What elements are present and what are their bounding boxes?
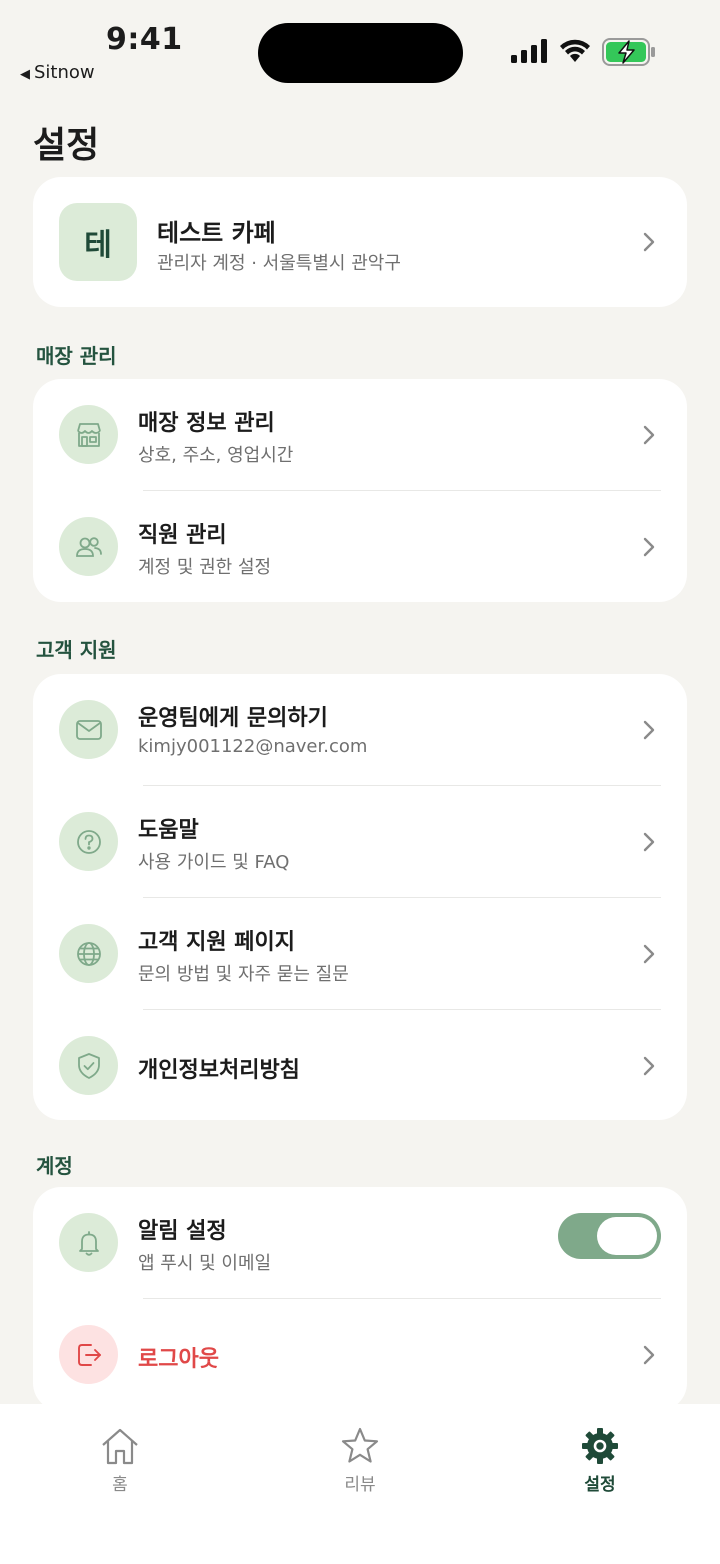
help-icon xyxy=(59,812,118,871)
status-bar: 9:41 ◀ Sitnow xyxy=(0,0,720,100)
tab-settings-label: 설정 xyxy=(584,1475,616,1495)
chevron-right-icon xyxy=(641,424,657,446)
support-page-subtitle: 문의 방법 및 자주 묻는 질문 xyxy=(138,964,349,985)
home-icon xyxy=(102,1428,138,1465)
support-page-title: 고객 지원 페이지 xyxy=(138,930,295,955)
back-app-label: Sitnow xyxy=(34,62,95,83)
users-icon xyxy=(59,517,118,576)
help-row[interactable]: 도움말 사용 가이드 및 FAQ xyxy=(33,786,687,898)
section-label-account: 계정 xyxy=(36,1154,73,1178)
support-page-row[interactable]: 고객 지원 페이지 문의 방법 및 자주 묻는 질문 xyxy=(33,898,687,1010)
account-card: 알림 설정 앱 푸시 및 이메일 로그아웃 xyxy=(33,1187,687,1411)
dynamic-island xyxy=(258,23,463,83)
logout-title: 로그아웃 xyxy=(138,1347,219,1372)
section-label-support: 고객 지원 xyxy=(36,638,117,662)
chevron-right-icon xyxy=(641,1055,657,1077)
store-info-row[interactable]: 매장 정보 관리 상호, 주소, 영업시간 xyxy=(33,379,687,491)
notification-toggle[interactable] xyxy=(558,1213,661,1259)
contact-team-title: 운영팀에게 문의하기 xyxy=(138,706,328,731)
privacy-policy-row[interactable]: 개인정보처리방침 xyxy=(33,1010,687,1122)
section-label-store: 매장 관리 xyxy=(36,344,117,368)
store-avatar: 테 xyxy=(59,203,137,281)
contact-email: kimjy001122@naver.com xyxy=(138,736,368,757)
chevron-right-icon xyxy=(641,536,657,558)
privacy-policy-title: 개인정보처리방침 xyxy=(138,1058,300,1083)
tab-reviews-label: 리뷰 xyxy=(344,1475,376,1495)
tab-home-label: 홈 xyxy=(112,1475,128,1495)
bell-icon xyxy=(59,1213,118,1272)
battery-charging-icon xyxy=(602,38,655,66)
globe-icon xyxy=(59,924,118,983)
back-triangle-icon: ◀ xyxy=(20,67,30,82)
mail-icon xyxy=(59,700,118,759)
notification-settings-row: 알림 설정 앱 푸시 및 이메일 xyxy=(33,1187,687,1299)
tab-settings[interactable]: 설정 xyxy=(540,1426,660,1506)
store-info-subtitle: 상호, 주소, 영업시간 xyxy=(138,445,294,466)
logout-icon xyxy=(59,1325,118,1384)
tab-home[interactable]: 홈 xyxy=(60,1426,180,1506)
store-management-card: 매장 정보 관리 상호, 주소, 영업시간 직원 관리 계정 및 권한 설정 xyxy=(33,379,687,602)
toggle-knob xyxy=(597,1217,657,1255)
store-name: 테스트 카페 xyxy=(157,219,276,247)
customer-support-card: 운영팀에게 문의하기 kimjy001122@naver.com 도움말 사용 … xyxy=(33,674,687,1120)
staff-management-subtitle: 계정 및 권한 설정 xyxy=(138,557,272,578)
chevron-right-icon xyxy=(641,231,657,253)
account-subtitle: 관리자 계정 · 서울특별시 관악구 xyxy=(157,253,401,274)
signal-icon xyxy=(511,39,547,63)
tab-reviews[interactable]: 리뷰 xyxy=(300,1426,420,1506)
help-title: 도움말 xyxy=(138,818,199,843)
chevron-right-icon xyxy=(641,719,657,741)
chevron-right-icon xyxy=(641,1344,657,1366)
notification-settings-title: 알림 설정 xyxy=(138,1219,227,1244)
notification-settings-subtitle: 앱 푸시 및 이메일 xyxy=(138,1253,272,1274)
star-icon xyxy=(341,1427,379,1463)
bottom-tab-bar: 홈 리뷰 설정 xyxy=(0,1404,720,1564)
profile-card[interactable]: 테 테스트 카페 관리자 계정 · 서울특별시 관악구 xyxy=(33,177,687,307)
gear-icon xyxy=(582,1428,618,1464)
status-time: 9:41 xyxy=(106,22,183,57)
wifi-icon xyxy=(560,39,590,62)
help-subtitle: 사용 가이드 및 FAQ xyxy=(138,852,290,873)
logout-row[interactable]: 로그아웃 xyxy=(33,1299,687,1411)
chevron-right-icon xyxy=(641,943,657,965)
contact-team-row[interactable]: 운영팀에게 문의하기 kimjy001122@naver.com xyxy=(33,674,687,786)
shield-check-icon xyxy=(59,1036,118,1095)
chevron-right-icon xyxy=(641,831,657,853)
store-info-title: 매장 정보 관리 xyxy=(138,411,275,436)
store-icon xyxy=(59,405,118,464)
page-title: 설정 xyxy=(33,125,100,166)
staff-management-title: 직원 관리 xyxy=(138,523,227,548)
staff-management-row[interactable]: 직원 관리 계정 및 권한 설정 xyxy=(33,491,687,603)
back-to-app-link[interactable]: ◀ Sitnow xyxy=(20,62,95,83)
